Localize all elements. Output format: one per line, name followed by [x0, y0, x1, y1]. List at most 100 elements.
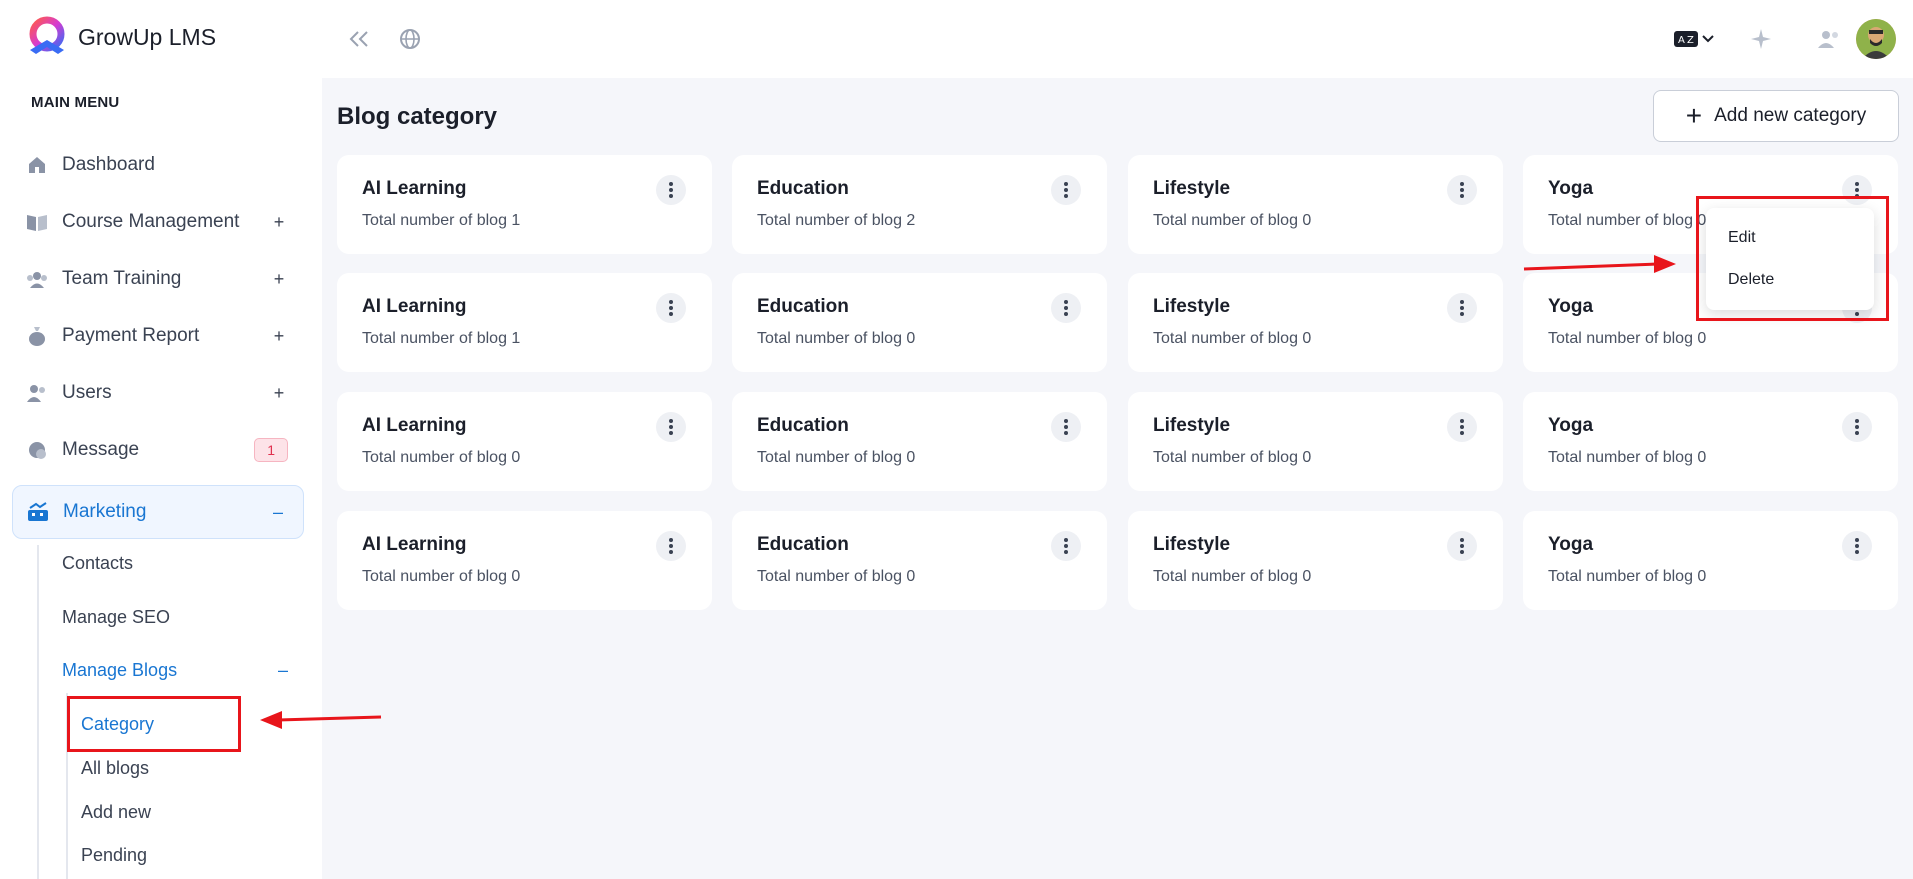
more-vertical-icon[interactable]	[1051, 412, 1081, 442]
annotation-arrow-line	[1523, 262, 1659, 271]
more-vertical-icon[interactable]	[1447, 175, 1477, 205]
book-icon	[26, 211, 48, 233]
submenu-item-manage-seo[interactable]: Manage SEO	[62, 607, 170, 628]
language-selector[interactable]: AZ	[1668, 24, 1720, 54]
category-title: Yoga	[1548, 534, 1594, 555]
submenu-item-contacts[interactable]: Contacts	[62, 553, 133, 574]
sidebar-item-users[interactable]: Users +	[12, 367, 304, 419]
category-card[interactable]: Education Total number of blog 2	[732, 155, 1107, 254]
chevron-down-icon	[1702, 35, 1714, 43]
category-blog-count: Total number of blog 0	[757, 330, 916, 347]
category-title: Yoga	[1548, 296, 1594, 317]
category-card[interactable]: Lifestyle Total number of blog 0	[1128, 155, 1503, 254]
category-blog-count: Total number of blog 0	[362, 449, 521, 466]
sidebar-item-label: Team Training	[62, 268, 182, 289]
sparkle-icon[interactable]	[1746, 24, 1776, 54]
blog-menu-item-pending[interactable]: Pending	[81, 845, 147, 866]
language-az-icon: AZ	[1674, 31, 1698, 47]
svg-text:A: A	[1678, 35, 1685, 46]
sidebar-item-label: Marketing	[63, 501, 147, 522]
sidebar-item-label: Users	[62, 382, 112, 403]
main-menu-title: MAIN MENU	[31, 94, 120, 111]
category-card[interactable]: AI Learning Total number of blog 1	[337, 273, 712, 372]
category-title: Education	[757, 534, 849, 555]
more-vertical-icon[interactable]	[1051, 175, 1081, 205]
expand-icon[interactable]: +	[268, 326, 290, 347]
home-icon	[26, 154, 48, 176]
team-icon	[26, 268, 48, 290]
plus-icon: +	[1685, 100, 1703, 131]
avatar-icon	[1856, 19, 1896, 59]
category-title: AI Learning	[362, 296, 467, 317]
more-vertical-icon[interactable]	[1051, 531, 1081, 561]
sidebar-item-label: Dashboard	[62, 154, 155, 175]
expand-icon[interactable]: +	[268, 269, 290, 290]
category-blog-count: Total number of blog 0	[1548, 449, 1707, 466]
more-vertical-icon[interactable]	[656, 175, 686, 205]
sidebar-item-message[interactable]: Message 1	[12, 424, 304, 476]
category-title: Education	[757, 178, 849, 199]
contacts-icon[interactable]	[1814, 24, 1844, 54]
category-card[interactable]: Education Total number of blog 0	[732, 273, 1107, 372]
category-blog-count: Total number of blog 0	[1548, 330, 1707, 347]
marketing-icon	[27, 501, 49, 523]
category-title: Lifestyle	[1153, 415, 1231, 436]
sidebar-item-label: Message	[62, 439, 140, 460]
users-icon	[26, 382, 48, 404]
collapse-sidebar-icon[interactable]	[344, 24, 374, 54]
blog-menu-item-all-blogs[interactable]: All blogs	[81, 758, 149, 779]
sidebar-item-payment-report[interactable]: Payment Report +	[12, 310, 304, 362]
globe-icon[interactable]	[395, 24, 425, 54]
more-vertical-icon[interactable]	[1447, 293, 1477, 323]
category-title: Lifestyle	[1153, 178, 1231, 199]
category-blog-count: Total number of blog 0	[1548, 568, 1707, 585]
category-title: Education	[757, 296, 849, 317]
category-card[interactable]: Lifestyle Total number of blog 0	[1128, 273, 1503, 372]
sidebar-item-marketing[interactable]: Marketing –	[12, 485, 304, 539]
category-card[interactable]: AI Learning Total number of blog 1	[337, 155, 712, 254]
sidebar-item-course-management[interactable]: Course Management +	[12, 196, 304, 248]
category-card[interactable]: Yoga Total number of blog 0	[1523, 392, 1898, 491]
submenu-item-manage-blogs[interactable]: Manage Blogs	[62, 660, 177, 681]
more-vertical-icon[interactable]	[656, 531, 686, 561]
top-header: AZ	[322, 0, 1913, 78]
growup-logo-icon	[29, 16, 65, 54]
sidebar-item-dashboard[interactable]: Dashboard	[12, 139, 304, 191]
expand-icon[interactable]: +	[268, 383, 290, 404]
brand-name: GrowUp LMS	[78, 23, 217, 50]
more-vertical-icon[interactable]	[656, 293, 686, 323]
blog-menu-item-add-new[interactable]: Add new	[81, 802, 151, 823]
annotation-arrowhead	[1654, 255, 1676, 273]
category-title: AI Learning	[362, 178, 467, 199]
category-card[interactable]: Lifestyle Total number of blog 0	[1128, 511, 1503, 610]
more-vertical-icon[interactable]	[1842, 412, 1872, 442]
more-vertical-icon[interactable]	[1842, 531, 1872, 561]
more-vertical-icon[interactable]	[1447, 412, 1477, 442]
category-card[interactable]: Education Total number of blog 0	[732, 511, 1107, 610]
add-new-category-button[interactable]: + Add new category	[1653, 90, 1899, 142]
category-card[interactable]: Education Total number of blog 0	[732, 392, 1107, 491]
category-blog-count: Total number of blog 0	[1153, 568, 1312, 585]
user-avatar[interactable]	[1856, 19, 1896, 59]
expand-icon[interactable]: +	[268, 212, 290, 233]
more-vertical-icon[interactable]	[1051, 293, 1081, 323]
category-card[interactable]: AI Learning Total number of blog 0	[337, 511, 712, 610]
more-vertical-icon[interactable]	[656, 412, 686, 442]
category-blog-count: Total number of blog 0	[362, 568, 521, 585]
category-card[interactable]: Yoga Total number of blog 0	[1523, 511, 1898, 610]
money-bag-icon	[26, 325, 48, 347]
sidebar-item-label: Course Management	[62, 211, 240, 232]
category-card[interactable]: AI Learning Total number of blog 0	[337, 392, 712, 491]
more-vertical-icon[interactable]	[1447, 531, 1477, 561]
category-blog-count: Total number of blog 0	[1153, 330, 1312, 347]
page-title: Blog category	[337, 103, 498, 130]
category-title: Education	[757, 415, 849, 436]
collapse-icon[interactable]: –	[267, 502, 289, 523]
category-title: AI Learning	[362, 415, 467, 436]
sidebar-item-team-training[interactable]: Team Training +	[12, 253, 304, 305]
annotation-highlight-box	[1696, 196, 1889, 321]
collapse-icon[interactable]: –	[278, 660, 288, 681]
category-card[interactable]: Lifestyle Total number of blog 0	[1128, 392, 1503, 491]
brand[interactable]: GrowUp LMS	[24, 16, 216, 58]
annotation-highlight-box	[67, 696, 241, 752]
